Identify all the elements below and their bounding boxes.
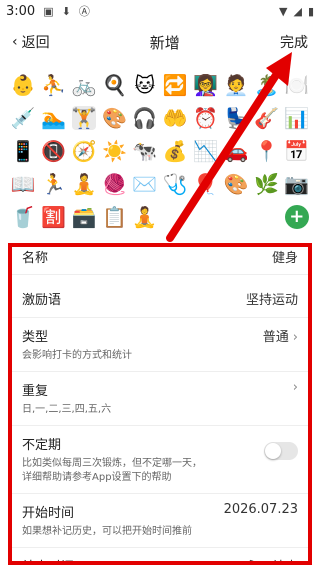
status-time: 3:00 xyxy=(6,3,36,19)
icon-option[interactable]: 🗃️ xyxy=(72,205,97,229)
icon-option[interactable]: 📅 xyxy=(284,139,309,163)
icon-option[interactable]: 🍽️ xyxy=(284,73,309,97)
page-title: 新增 xyxy=(149,33,180,52)
repeat-row[interactable]: 重复 › 日,一,二,三,四,五,六 xyxy=(12,372,308,426)
icon-option[interactable]: 🎈 xyxy=(193,172,218,196)
a-icon: Ⓐ xyxy=(78,5,90,18)
icon-option[interactable]: 📖 xyxy=(11,172,36,196)
icon-option[interactable]: 🩺 xyxy=(163,172,188,196)
icon-option[interactable]: 🎨 xyxy=(102,106,127,130)
irregular-row: 不定期 比如类似每周三次锻炼，但不定哪一天， 详细帮助请参考App设置下的帮助 xyxy=(12,426,308,494)
icon-picker-grid: 👶 ⛹️ 🚲 🍳 🐱 🔁 👩‍🏫 🧑‍💼 🏝️ 🍽️ 💉 🏊 🏋️ 🎨 🎧 🤲 ⏰ 💺 🎸 📊 📱 📵 🧭 ☀️ 🐄 💰 📉 🚗 📍 📅 📖… xyxy=(8,68,312,232)
icon-option[interactable]: 🏊 xyxy=(41,106,66,130)
type-row[interactable]: 类型 普通 › 会影响打卡的方式和统计 xyxy=(12,318,308,372)
icon-option[interactable]: 🎧 xyxy=(132,106,157,130)
chevron-left-icon: ‹ xyxy=(12,34,18,50)
irregular-desc-1: 比如类似每周三次锻炼，但不定哪一天， xyxy=(22,458,202,469)
repeat-desc: 日,一,二,三,四,五,六 xyxy=(22,404,112,415)
icon-option[interactable]: 🎸 xyxy=(254,106,279,130)
icon-option[interactable]: 📱 xyxy=(11,139,36,163)
icon-option[interactable]: 🈹 xyxy=(41,205,66,229)
icon-option[interactable]: 👩‍🏫 xyxy=(193,73,218,97)
toolbar: ‹ 返回 新增 完成 xyxy=(0,22,320,62)
irregular-label: 不定期 xyxy=(22,438,62,453)
status-bar: 3:00 ▣ ⬇ Ⓐ ▼ ◢ ▮ xyxy=(0,0,320,22)
signal-icon: ◢ xyxy=(293,4,302,18)
type-desc: 会影响打卡的方式和统计 xyxy=(22,350,132,361)
type-value: 普通 › xyxy=(263,326,298,345)
icon-option[interactable]: 🐄 xyxy=(132,139,157,163)
wifi-icon: ▼ xyxy=(279,4,288,18)
type-label: 类型 xyxy=(22,330,49,345)
motto-value: 坚持运动 xyxy=(245,293,298,308)
repeat-label: 重复 xyxy=(22,384,49,399)
icon-option[interactable]: 🎨 xyxy=(224,172,249,196)
icon-option[interactable]: 🔁 xyxy=(163,73,188,97)
download-icon: ⬇ xyxy=(61,4,71,18)
icon-option[interactable]: ⏰ xyxy=(193,106,218,130)
start-value: 2026.07.23 xyxy=(223,502,298,517)
icon-option[interactable]: 🧑‍💼 xyxy=(224,73,249,97)
start-desc: 如果想补记历史，可以把开始时间推前 xyxy=(22,526,192,537)
icon-option[interactable]: 💺 xyxy=(224,106,249,130)
name-label: 名称 xyxy=(22,251,49,266)
chevron-right-icon: › xyxy=(292,380,298,395)
icon-option[interactable]: 🧭 xyxy=(72,139,97,163)
icon-option[interactable]: 🤲 xyxy=(163,106,188,130)
repeat-chevron: › xyxy=(289,380,298,395)
battery-icon: ▮ xyxy=(307,4,314,18)
icon-option[interactable]: 🏃 xyxy=(41,172,66,196)
icon-option[interactable]: 🥤 xyxy=(11,205,36,229)
irregular-desc-2: 详细帮助请参考App设置下的帮助 xyxy=(22,472,172,483)
toggle-knob xyxy=(265,443,281,459)
type-value-text: 普通 xyxy=(262,330,289,345)
name-row[interactable]: 名称 健身 xyxy=(12,247,308,275)
done-button[interactable]: 完成 xyxy=(280,32,308,52)
back-button[interactable]: ‹ 返回 xyxy=(12,32,50,52)
chevron-right-icon: › xyxy=(292,330,298,345)
icon-option[interactable]: 🍳 xyxy=(102,73,127,97)
icon-option[interactable]: ✉️ xyxy=(132,172,157,196)
name-value: 健身 xyxy=(271,251,298,266)
form-highlight-box: 名称 健身 激励语 坚持运动 类型 普通 › 会影响打卡的方式和统计 重复 › 日… xyxy=(8,243,312,565)
icon-option[interactable]: 🐱 xyxy=(133,73,157,97)
end-value: 永不结束 xyxy=(246,556,298,561)
start-row[interactable]: 开始时间 2026.07.23 如果想补记历史，可以把开始时间推前 xyxy=(12,494,308,548)
icon-option[interactable]: 📉 xyxy=(193,139,218,163)
end-row[interactable]: 结束时间 永不结束 xyxy=(12,548,308,561)
icon-option[interactable]: 🏝️ xyxy=(254,73,279,97)
photo-icon: ▣ xyxy=(43,4,54,18)
icon-option[interactable]: 📍 xyxy=(254,139,279,163)
icon-option[interactable]: 🧘 xyxy=(132,205,157,229)
irregular-toggle[interactable] xyxy=(264,442,298,460)
icon-option[interactable]: 👶 xyxy=(11,73,36,97)
icon-option[interactable]: ⛹️ xyxy=(41,73,66,97)
icon-option[interactable]: 🏋️ xyxy=(72,105,96,130)
add-icon-button[interactable]: + xyxy=(284,204,309,229)
icon-option[interactable]: 🚲 xyxy=(72,73,97,97)
icon-option[interactable]: 🧶 xyxy=(102,172,127,196)
icon-option[interactable]: 📷 xyxy=(284,172,309,196)
icon-option[interactable]: 💰 xyxy=(163,139,188,163)
motto-row[interactable]: 激励语 坚持运动 xyxy=(12,275,308,318)
icon-option[interactable]: 📋 xyxy=(102,205,127,229)
icon-option[interactable]: 🌿 xyxy=(254,172,279,196)
icon-option[interactable]: 🚗 xyxy=(224,139,249,163)
icon-option[interactable]: 📵 xyxy=(41,139,66,163)
icon-option[interactable]: ☀️ xyxy=(102,139,127,163)
back-label: 返回 xyxy=(21,35,50,51)
icon-option[interactable]: 📊 xyxy=(284,106,309,130)
icon-option[interactable]: 🧘 xyxy=(72,172,97,196)
icon-option[interactable]: 💉 xyxy=(11,106,36,130)
